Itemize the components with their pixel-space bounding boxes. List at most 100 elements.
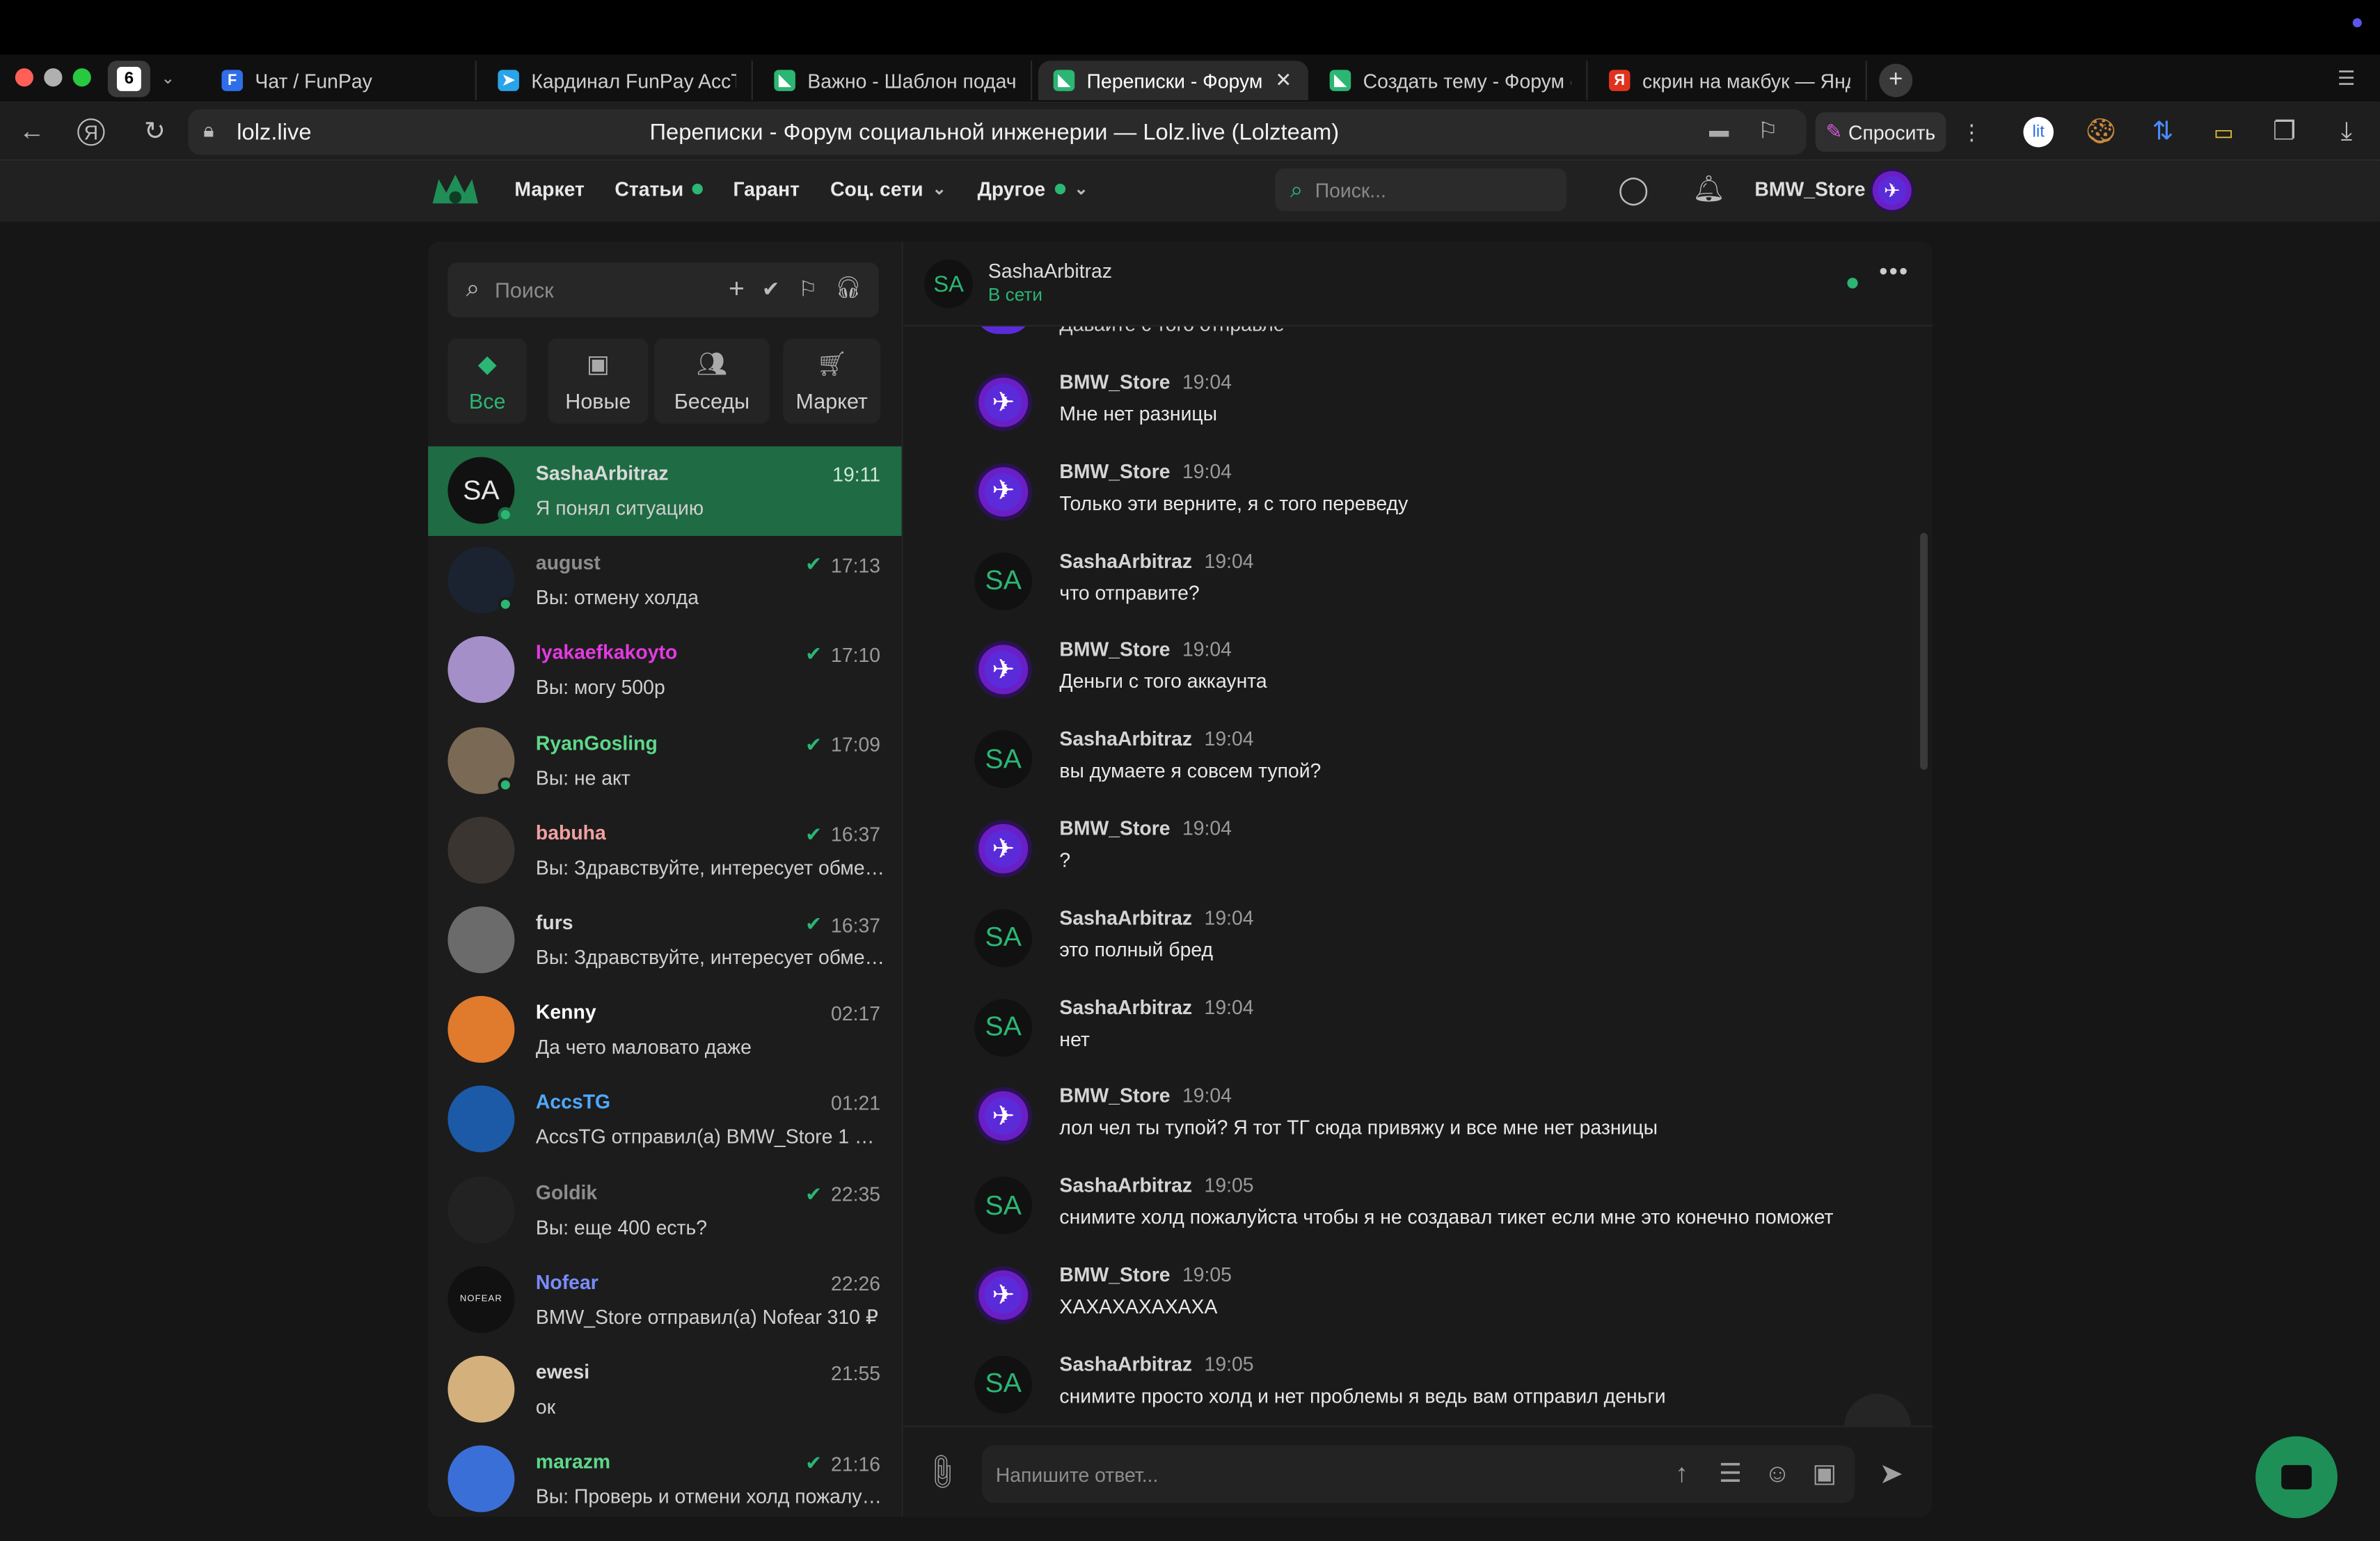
- nav-item-1[interactable]: Маркет: [514, 177, 585, 200]
- avatar: [447, 1445, 515, 1512]
- message-author[interactable]: SashaArbitraz: [1059, 549, 1192, 572]
- send-icon[interactable]: ➤: [1875, 1457, 1908, 1491]
- reply-input[interactable]: Напишите ответ... ↑ ☰ ☺ ▣: [982, 1445, 1855, 1503]
- list-format-icon[interactable]: ☰: [1713, 1457, 1747, 1491]
- message-avatar[interactable]: SA: [974, 1176, 1033, 1235]
- extension-lite-icon[interactable]: lit: [2023, 116, 2054, 148]
- conversation-item[interactable]: babuha Вы: Здравствуйте, интересует обмен…: [428, 806, 902, 896]
- tab-5[interactable]: ◣ Создать тему - Форум со: [1315, 61, 1588, 100]
- conversation-item[interactable]: Goldik Вы: еще 400 есть? ✔ 22:35: [428, 1165, 902, 1255]
- message-author[interactable]: SashaArbitraz: [1059, 1352, 1192, 1375]
- conversation-item[interactable]: Kenny Да чето маловато даже 02:17: [428, 986, 902, 1075]
- tab-list-chevron-icon[interactable]: ⌄: [161, 68, 175, 88]
- support-chat-button[interactable]: [2255, 1436, 2338, 1519]
- message-list[interactable]: Давайте с того отправле ✈︎ BMW_Store 19:04…: [903, 326, 1933, 1426]
- notifications-bell-icon[interactable]: 🔔︎: [1692, 175, 1725, 205]
- message-avatar[interactable]: SA: [974, 1355, 1033, 1414]
- new-tab-button[interactable]: +: [1879, 63, 1913, 97]
- conversation-name: ewesi: [536, 1360, 589, 1383]
- new-conversation-icon[interactable]: +: [729, 274, 745, 306]
- message-avatar[interactable]: SA: [974, 730, 1033, 789]
- message-author[interactable]: SashaArbitraz: [1059, 906, 1192, 929]
- conversation-item[interactable]: marazm Вы: Проверь и отмени холд пожалуй.…: [428, 1435, 902, 1517]
- minimize-window-button[interactable]: [44, 68, 63, 87]
- reload-icon[interactable]: ↻: [138, 116, 171, 149]
- username[interactable]: BMW_Store: [1754, 177, 1865, 200]
- reader-icon[interactable]: ▬: [1709, 118, 1729, 141]
- message-avatar[interactable]: ✈︎: [974, 1087, 1033, 1146]
- message-author[interactable]: BMW_Store: [1059, 1084, 1170, 1107]
- battery-icon[interactable]: ▭: [2207, 116, 2240, 149]
- cookie-extension-icon[interactable]: 🍪︎: [2084, 116, 2118, 149]
- tab-6[interactable]: Яскрин на макбук — Яндек: [1594, 61, 1867, 100]
- close-tab-icon[interactable]: ✕: [1275, 68, 1292, 93]
- url-box[interactable]: 🔒︎ lolz.live Переписки - Форум социально…: [188, 109, 1807, 155]
- partner-avatar[interactable]: SA: [924, 259, 974, 308]
- conversation-item[interactable]: NOFEAR Nofear BMW_Store отправил(а) Nofear…: [428, 1255, 902, 1345]
- headphones-icon[interactable]: 🎧︎: [835, 275, 862, 301]
- tabs-menu-icon[interactable]: ☰: [2338, 67, 2355, 91]
- message-author[interactable]: SashaArbitraz: [1059, 995, 1192, 1018]
- chat-scrollbar[interactable]: [1920, 532, 1928, 770]
- message-author[interactable]: BMW_Store: [1059, 1263, 1170, 1286]
- tab-3[interactable]: ◣ Важно - Шаблон подачи ж: [759, 61, 1033, 100]
- conversation-item[interactable]: ewesi ок 21:55: [428, 1345, 902, 1435]
- site-search-input[interactable]: ⌕ Поиск...: [1275, 168, 1566, 212]
- message-time: 19:04: [1182, 816, 1232, 840]
- collections-icon[interactable]: ❐: [2268, 116, 2301, 149]
- message-author[interactable]: BMW_Store: [1059, 459, 1170, 482]
- message-avatar[interactable]: ✈︎: [974, 641, 1033, 700]
- nav-item-5[interactable]: Другое ⌄: [978, 177, 1088, 200]
- chat-more-icon[interactable]: •••: [1879, 260, 1909, 287]
- back-icon[interactable]: ←: [15, 116, 49, 149]
- mark-read-icon[interactable]: ✔: [762, 276, 780, 302]
- download-icon[interactable]: ⤓: [2330, 116, 2363, 149]
- extension-arrow-icon[interactable]: ⇅: [2146, 116, 2180, 149]
- tab-1[interactable]: F Чат / FunPay: [207, 61, 477, 100]
- lolz-logo-icon[interactable]: [429, 170, 481, 212]
- filter-tab-2[interactable]: ▣ Новые: [548, 338, 649, 424]
- emoji-icon[interactable]: ☺: [1761, 1457, 1794, 1491]
- message-avatar[interactable]: ✈︎: [974, 373, 1033, 432]
- message-author[interactable]: BMW_Store: [1059, 638, 1170, 661]
- message-avatar[interactable]: SA: [974, 909, 1033, 967]
- yandex-icon[interactable]: Я: [77, 118, 105, 146]
- conversation-item[interactable]: furs Вы: Здравствуйте, интересует обмен..…: [428, 896, 902, 986]
- filter-tab-1[interactable]: ◆ Все: [447, 338, 527, 424]
- message-author[interactable]: SashaArbitraz: [1059, 727, 1192, 750]
- user-avatar[interactable]: ✈︎: [1870, 168, 1914, 213]
- message-author[interactable]: BMW_Store: [1059, 817, 1170, 840]
- bookmark-icon[interactable]: ⚐: [798, 276, 817, 302]
- bookmark-icon[interactable]: ⚐: [1758, 117, 1778, 144]
- upload-arrow-icon[interactable]: ↑: [1665, 1457, 1699, 1491]
- message-author[interactable]: BMW_Store: [1059, 370, 1170, 393]
- filter-tab-4[interactable]: 🛒︎ Маркет: [783, 338, 881, 424]
- ask-ai-button[interactable]: ✎ Спросить: [1815, 112, 1946, 152]
- tab-group-button[interactable]: 6: [107, 61, 150, 97]
- nav-item-3[interactable]: Гарант: [733, 177, 800, 200]
- filter-tab-3[interactable]: 👥︎ Беседы: [654, 338, 770, 424]
- maximize-window-button[interactable]: [72, 68, 91, 87]
- message-avatar[interactable]: ✈︎: [974, 819, 1033, 878]
- close-window-button[interactable]: [15, 68, 33, 87]
- tab-4[interactable]: ◣ Переписки - Форум со ✕: [1038, 61, 1309, 100]
- nav-item-2[interactable]: Статьи: [614, 177, 704, 200]
- message-avatar[interactable]: ✈︎: [974, 1266, 1033, 1325]
- conversation-item[interactable]: AccsTG AccsTG отправил(а) BMW_Store 1 38.…: [428, 1075, 902, 1165]
- partner-name[interactable]: SashaArbitraz: [988, 260, 1112, 283]
- nav-item-4[interactable]: Соц. сети ⌄: [830, 177, 946, 200]
- message-avatar[interactable]: ✈︎: [974, 462, 1033, 521]
- message-avatar[interactable]: SA: [974, 552, 1033, 610]
- conversation-item[interactable]: SA SashaArbitraz Я понял ситуацию 19:11: [428, 446, 902, 536]
- image-upload-icon[interactable]: ▣: [1808, 1457, 1841, 1491]
- tab-2[interactable]: ➤ Кардинал FunPay AccTh: [483, 61, 753, 100]
- message-avatar[interactable]: SA: [974, 998, 1033, 1057]
- conversation-item[interactable]: Iyakaefkakoyto Вы: могу 500р ✔ 17:10: [428, 626, 902, 716]
- conversations-icon[interactable]: ◯: [1618, 175, 1649, 207]
- message-author[interactable]: SashaArbitraz: [1059, 1174, 1192, 1197]
- more-vertical-icon[interactable]: ⋮: [1955, 116, 1988, 149]
- conversation-item[interactable]: august Вы: отмену холда ✔ 17:13: [428, 536, 902, 626]
- conversation-search-input[interactable]: ⌕ Поиск + ✔ ⚐ 🎧︎: [447, 262, 879, 317]
- attach-paperclip-icon[interactable]: 📎︎: [917, 1449, 965, 1496]
- conversation-item[interactable]: RyanGosling Вы: не акт ✔ 17:09: [428, 716, 902, 806]
